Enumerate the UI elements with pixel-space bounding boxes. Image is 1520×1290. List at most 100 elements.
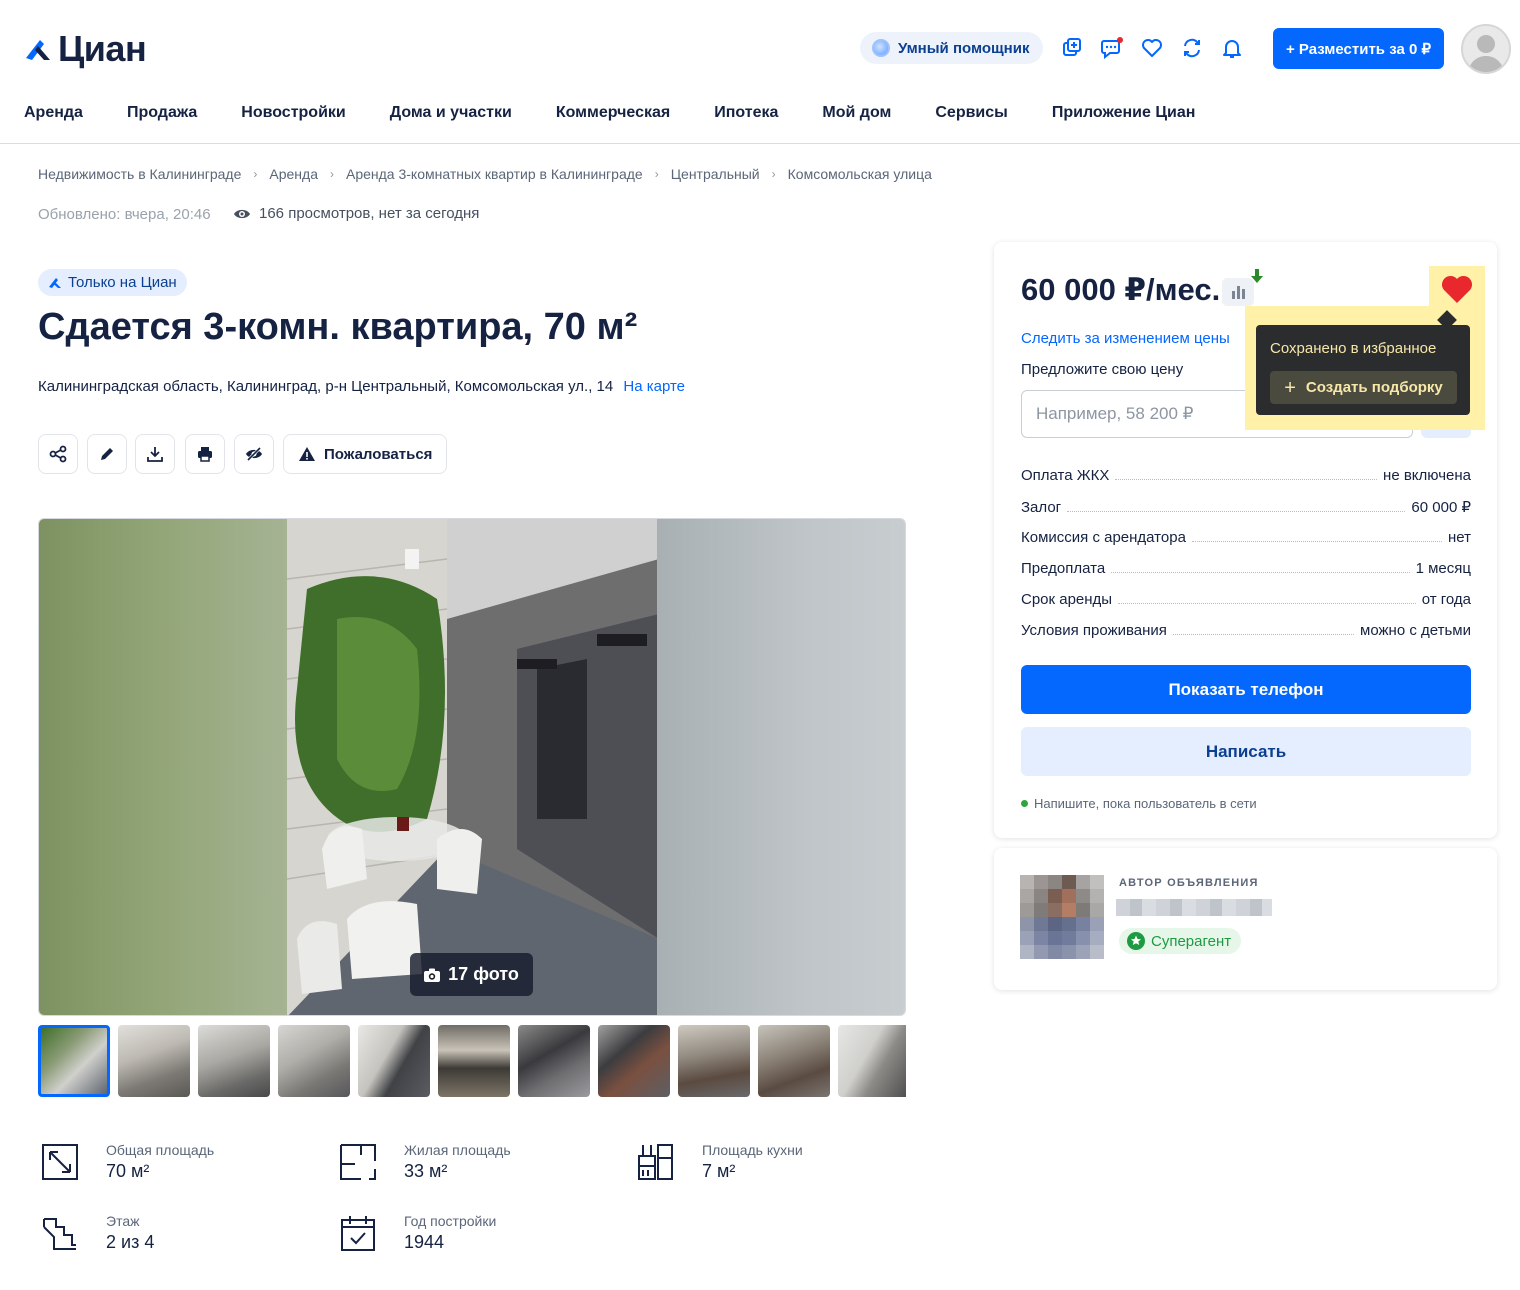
heart-filled-icon[interactable] xyxy=(1441,274,1473,304)
photo-gallery[interactable] xyxy=(38,518,906,1016)
stairs-icon xyxy=(43,1218,76,1250)
nav-item-rent[interactable]: Аренда xyxy=(24,104,83,122)
area-icon xyxy=(42,1144,78,1180)
breadcrumb: Недвижимость в Калининграде › Аренда › А… xyxy=(38,166,932,182)
breadcrumb-item[interactable]: Недвижимость в Калининграде xyxy=(38,166,241,182)
nav-item-mortgage[interactable]: Ипотека xyxy=(714,104,778,122)
plus-icon: + xyxy=(1284,376,1296,399)
page-title: Сдается 3-комн. квартира, 70 м² xyxy=(38,306,638,348)
feature-value: 70 м² xyxy=(106,1161,150,1181)
nav-item-new-buildings[interactable]: Новостройки xyxy=(241,104,345,122)
author-name-blurred[interactable] xyxy=(1116,899,1272,916)
printer-icon xyxy=(198,447,212,462)
online-status-dot xyxy=(1021,800,1028,807)
term-label: Залог xyxy=(1021,499,1062,516)
download-button[interactable] xyxy=(135,434,175,474)
star-badge-icon xyxy=(1127,932,1145,950)
user-avatar[interactable] xyxy=(1461,24,1511,74)
gallery-blur-right xyxy=(657,519,905,1015)
nav-item-services[interactable]: Сервисы xyxy=(935,104,1007,122)
cian-logo-icon xyxy=(26,40,50,60)
chevron-right-icon: › xyxy=(253,167,258,181)
logo[interactable]: Циан xyxy=(24,28,147,70)
thumbnail[interactable] xyxy=(518,1025,590,1097)
nav-item-my-home[interactable]: Мой дом xyxy=(822,104,891,122)
map-link[interactable]: На карте xyxy=(623,378,685,395)
thumbnail[interactable] xyxy=(678,1025,750,1097)
thumbnail[interactable] xyxy=(198,1025,270,1097)
term-row: Оплата ЖКХ не включена xyxy=(1021,467,1471,484)
thumbnail[interactable] xyxy=(118,1025,190,1097)
feature-total-area: Общая площадь 70 м² xyxy=(40,1142,214,1182)
thumbnail[interactable] xyxy=(358,1025,430,1097)
breadcrumb-item[interactable]: Аренда 3-комнатных квартир в Калининград… xyxy=(346,166,643,182)
eye-off-icon xyxy=(246,446,262,462)
chat-icon[interactable] xyxy=(1098,34,1126,62)
share-icon xyxy=(49,445,67,463)
photo-count-button[interactable]: 17 фото xyxy=(410,953,533,996)
feature-label: Общая площадь xyxy=(106,1142,215,1158)
thumbnail[interactable] xyxy=(758,1025,830,1097)
feature-value: 7 м² xyxy=(702,1161,736,1181)
feature-value: 33 м² xyxy=(404,1161,448,1181)
feature-label: Этаж xyxy=(106,1213,140,1229)
breadcrumb-item[interactable]: Аренда xyxy=(269,166,318,182)
print-button[interactable] xyxy=(185,434,225,474)
hide-button[interactable] xyxy=(234,434,274,474)
create-collection-label: Создать подборку xyxy=(1305,379,1443,396)
author-label: АВТОР ОБЪЯВЛЕНИЯ xyxy=(1119,877,1259,889)
feature-build-year: Год постройки 1944 xyxy=(338,1213,496,1253)
saved-search-icon[interactable] xyxy=(1178,34,1206,62)
nav-item-sale[interactable]: Продажа xyxy=(127,104,197,122)
term-row: Комиссия с арендатора нет xyxy=(1021,529,1471,546)
calendar-icon xyxy=(341,1216,375,1251)
feature-value: 1944 xyxy=(404,1232,445,1252)
term-value: 60 000 ₽ xyxy=(1411,499,1471,516)
show-phone-button[interactable]: Показать телефон xyxy=(1021,665,1471,714)
views-count: 166 просмотров, нет за сегодня xyxy=(233,205,479,222)
term-value: можно с детьми xyxy=(1360,622,1471,639)
price-history-button[interactable] xyxy=(1222,278,1254,306)
term-value: 1 месяц xyxy=(1415,560,1471,577)
term-row: Залог 60 000 ₽ xyxy=(1021,498,1471,516)
notifications-icon[interactable] xyxy=(1218,34,1246,62)
report-button[interactable]: Пожаловаться xyxy=(283,434,448,474)
nav-item-houses[interactable]: Дома и участки xyxy=(390,104,512,122)
author-photo[interactable] xyxy=(1020,875,1104,959)
thumbnail[interactable] xyxy=(438,1025,510,1097)
write-message-button[interactable]: Написать xyxy=(1021,727,1471,776)
smart-assistant-button[interactable]: Умный помощник xyxy=(860,32,1044,64)
main-nav: Аренда Продажа Новостройки Дома и участк… xyxy=(24,104,1239,122)
feature-kitchen-area: Площадь кухни 7 м² xyxy=(636,1142,803,1182)
post-ad-button[interactable]: + Разместить за 0 ₽ xyxy=(1273,28,1444,69)
favorites-icon[interactable] xyxy=(1138,34,1166,62)
address: Калининградская область, Калининград, р-… xyxy=(38,378,685,395)
term-label: Предоплата xyxy=(1021,560,1106,577)
share-button[interactable] xyxy=(38,434,78,474)
exclusive-badge: Только на Циан xyxy=(38,269,187,296)
breadcrumb-item[interactable]: Центральный xyxy=(671,166,760,182)
report-label: Пожаловаться xyxy=(324,445,433,463)
superagent-label: Суперагент xyxy=(1151,932,1232,950)
thumbnail[interactable] xyxy=(838,1025,906,1097)
note-button[interactable] xyxy=(87,434,127,474)
main-photo[interactable] xyxy=(287,519,659,1015)
thumbnail[interactable] xyxy=(278,1025,350,1097)
create-collection-button[interactable]: + Создать подборку xyxy=(1270,371,1457,404)
thumbnail[interactable] xyxy=(598,1025,670,1097)
nav-item-app[interactable]: Приложение Циан xyxy=(1052,104,1196,122)
nav-item-commercial[interactable]: Коммерческая xyxy=(556,104,670,122)
term-label: Оплата ЖКХ xyxy=(1021,467,1110,484)
term-value: не включена xyxy=(1383,467,1471,484)
term-label: Условия проживания xyxy=(1021,622,1167,639)
nav-divider xyxy=(0,143,1520,144)
chevron-right-icon: › xyxy=(654,167,659,181)
online-hint: Напишите, пока пользователь в сети xyxy=(1021,796,1257,811)
chevron-right-icon: › xyxy=(330,167,334,181)
breadcrumb-item[interactable]: Комсомольская улица xyxy=(788,166,932,182)
compare-icon[interactable] xyxy=(1058,34,1086,62)
views-text: 166 просмотров, нет за сегодня xyxy=(259,205,480,222)
term-row: Срок аренды от года xyxy=(1021,591,1471,608)
follow-price-link[interactable]: Следить за изменением цены xyxy=(1021,330,1230,347)
thumbnail[interactable] xyxy=(38,1025,110,1097)
